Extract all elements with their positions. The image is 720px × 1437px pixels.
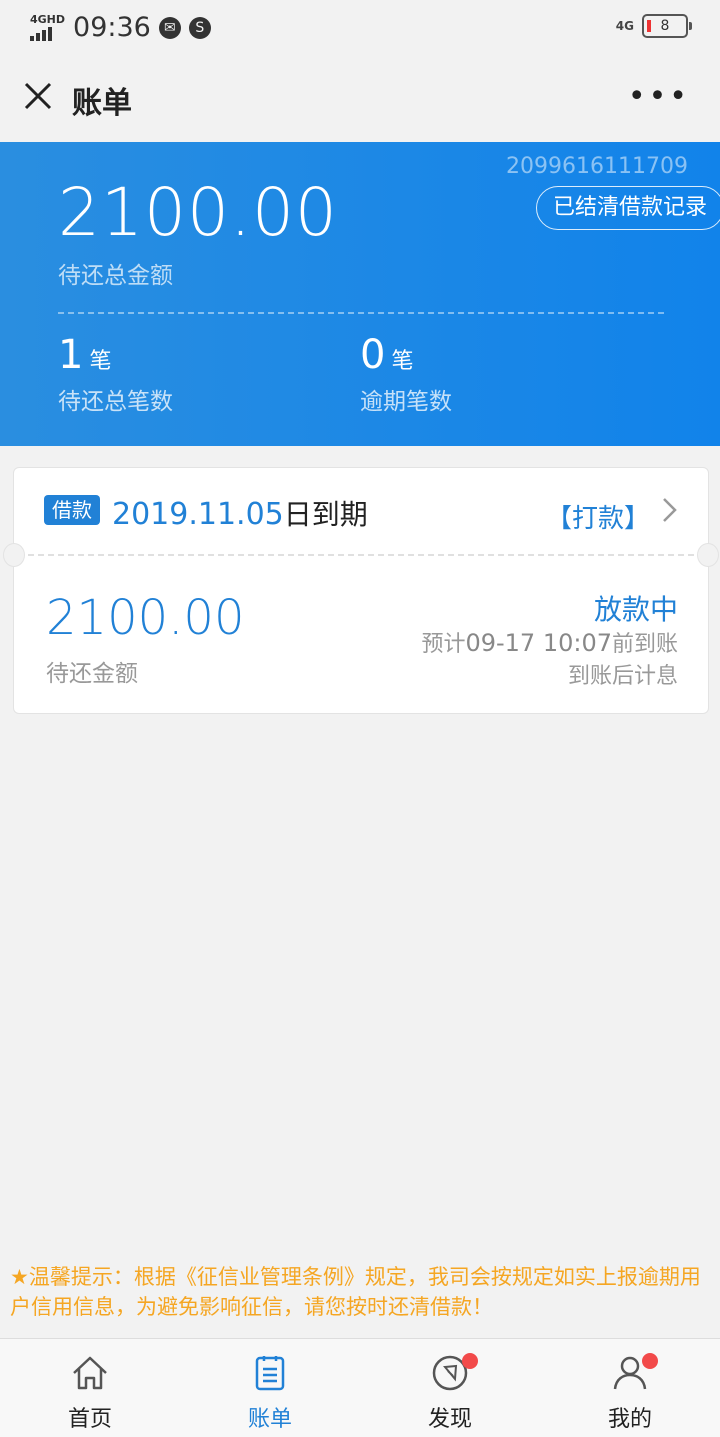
interest-note: 到账后计息 xyxy=(567,664,678,689)
card-divider xyxy=(28,554,694,556)
status-right: 4G 8 xyxy=(615,14,692,38)
more-menu-button[interactable]: ••• xyxy=(628,82,690,112)
bill-icon xyxy=(255,1356,285,1391)
loan-tag: 借款 xyxy=(44,495,100,525)
loan-status: 放款中 xyxy=(593,593,678,626)
divider xyxy=(58,312,664,314)
total-amount: 2100.00 xyxy=(58,174,338,251)
pending-unit: 笔 xyxy=(89,349,112,374)
discover-notification-badge xyxy=(462,1353,478,1369)
chevron-right-icon[interactable] xyxy=(662,496,678,531)
battery-level: 8 xyxy=(660,18,670,34)
tab-mine-label: 我的 xyxy=(607,1407,652,1432)
wechat-icon: ✉ xyxy=(158,16,181,39)
bottom-tab-bar: 首页 账单 发现 我的 xyxy=(0,1338,720,1437)
pending-count-stat: 1笔 待还总笔数 xyxy=(58,332,173,416)
tab-mine[interactable]: 我的 xyxy=(540,1339,720,1437)
overdue-unit: 笔 xyxy=(391,349,414,374)
overdue-count-label: 逾期笔数 xyxy=(360,389,452,415)
card-notch-left xyxy=(3,543,25,567)
battery-icon: 8 xyxy=(642,14,692,38)
due-date-value: 2019.11.05 xyxy=(112,497,284,532)
status-left: 4GHD 09:36 ✉ S xyxy=(30,12,211,43)
due-date-suffix: 日到期 xyxy=(283,498,368,531)
eta-prefix: 预计 xyxy=(421,632,466,657)
overdue-count: 0 xyxy=(360,332,386,378)
tab-home-label: 首页 xyxy=(67,1407,112,1432)
mine-notification-badge xyxy=(642,1353,658,1369)
signal-indicator: 4GHD xyxy=(30,12,66,41)
tab-home[interactable]: 首页 xyxy=(0,1339,180,1437)
card-notch-right xyxy=(697,543,719,567)
status-bar: 4GHD 09:36 ✉ S 4G 8 xyxy=(0,0,720,56)
tab-discover-label: 发现 xyxy=(427,1407,472,1432)
clock: 09:36 xyxy=(73,12,151,43)
settled-loans-button[interactable]: 已结清借款记录 xyxy=(535,186,720,230)
tab-discover[interactable]: 发现 xyxy=(360,1339,540,1437)
warning-notice: ★温馨提示：根据《征信业管理条例》规定，我司会按规定如实上报逾期用户信用信息，为… xyxy=(10,1265,701,1319)
loan-card-header[interactable]: 借款 2019.11.05日到期 【打款】 xyxy=(14,468,708,554)
pending-count-label: 待还总笔数 xyxy=(58,389,173,415)
due-date: 2019.11.05日到期 xyxy=(112,493,368,533)
page-title: 账单 xyxy=(72,86,132,121)
account-id: 2099616111709 xyxy=(506,154,688,179)
network-4g-indicator: 4G xyxy=(615,19,634,33)
signal-icon xyxy=(30,25,65,41)
eta-time: 09-17 10:07 xyxy=(465,629,612,657)
loan-amount-label: 待还金额 xyxy=(46,661,138,687)
pending-count: 1 xyxy=(58,332,84,378)
payout-action-link[interactable]: 【打款】 xyxy=(546,498,650,535)
loan-amount: 2100.00 xyxy=(46,590,245,646)
app-notification-icon: S xyxy=(188,16,211,39)
tab-bill-label: 账单 xyxy=(247,1407,292,1432)
close-icon[interactable] xyxy=(18,78,58,118)
home-icon xyxy=(73,1356,107,1390)
tab-bill[interactable]: 账单 xyxy=(180,1339,360,1437)
nav-bar: 账单 ••• xyxy=(0,56,720,142)
summary-panel: 2099616111709 已结清借款记录 2100.00 待还总金额 1笔 待… xyxy=(0,142,720,446)
network-type: 4GHD xyxy=(30,12,66,26)
overdue-count-stat: 0笔 逾期笔数 xyxy=(360,332,452,416)
total-amount-label: 待还总金额 xyxy=(58,263,173,289)
eta-suffix: 前到账 xyxy=(611,632,678,657)
arrival-estimate: 预计09-17 10:07前到账 xyxy=(421,626,678,658)
loan-card[interactable]: 借款 2019.11.05日到期 【打款】 2100.00 待还金额 放款中 预… xyxy=(3,467,719,714)
